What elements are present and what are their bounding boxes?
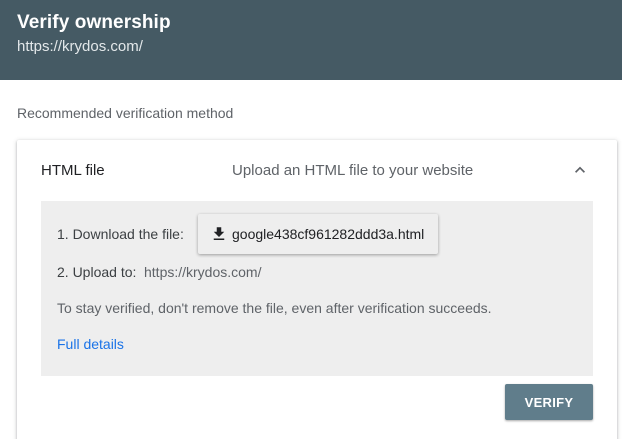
full-details-link[interactable]: Full details — [57, 336, 124, 352]
chevron-up-icon[interactable] — [570, 160, 590, 180]
download-filename: google438cf961282ddd3a.html — [232, 226, 425, 242]
method-name: HTML file — [41, 162, 105, 179]
instructions-panel: 1. Download the file: google438cf961282d… — [41, 201, 593, 376]
verification-method-card: HTML file Upload an HTML file to your we… — [17, 140, 617, 439]
download-step-label: 1. Download the file: — [57, 226, 184, 242]
page-header: Verify ownership https://krydos.com/ — [0, 0, 622, 80]
page-title: Verify ownership — [17, 12, 171, 33]
verify-button[interactable]: VERIFY — [505, 384, 593, 420]
upload-step-label: 2. Upload to: — [57, 264, 137, 280]
download-file-button[interactable]: google438cf961282ddd3a.html — [198, 214, 438, 254]
upload-url: https://krydos.com/ — [144, 264, 262, 280]
verification-note: To stay verified, don't remove the file,… — [57, 300, 492, 316]
property-url: https://krydos.com/ — [17, 38, 143, 55]
section-label: Recommended verification method — [17, 105, 234, 121]
method-description: Upload an HTML file to your website — [232, 162, 474, 179]
download-icon — [213, 227, 225, 240]
